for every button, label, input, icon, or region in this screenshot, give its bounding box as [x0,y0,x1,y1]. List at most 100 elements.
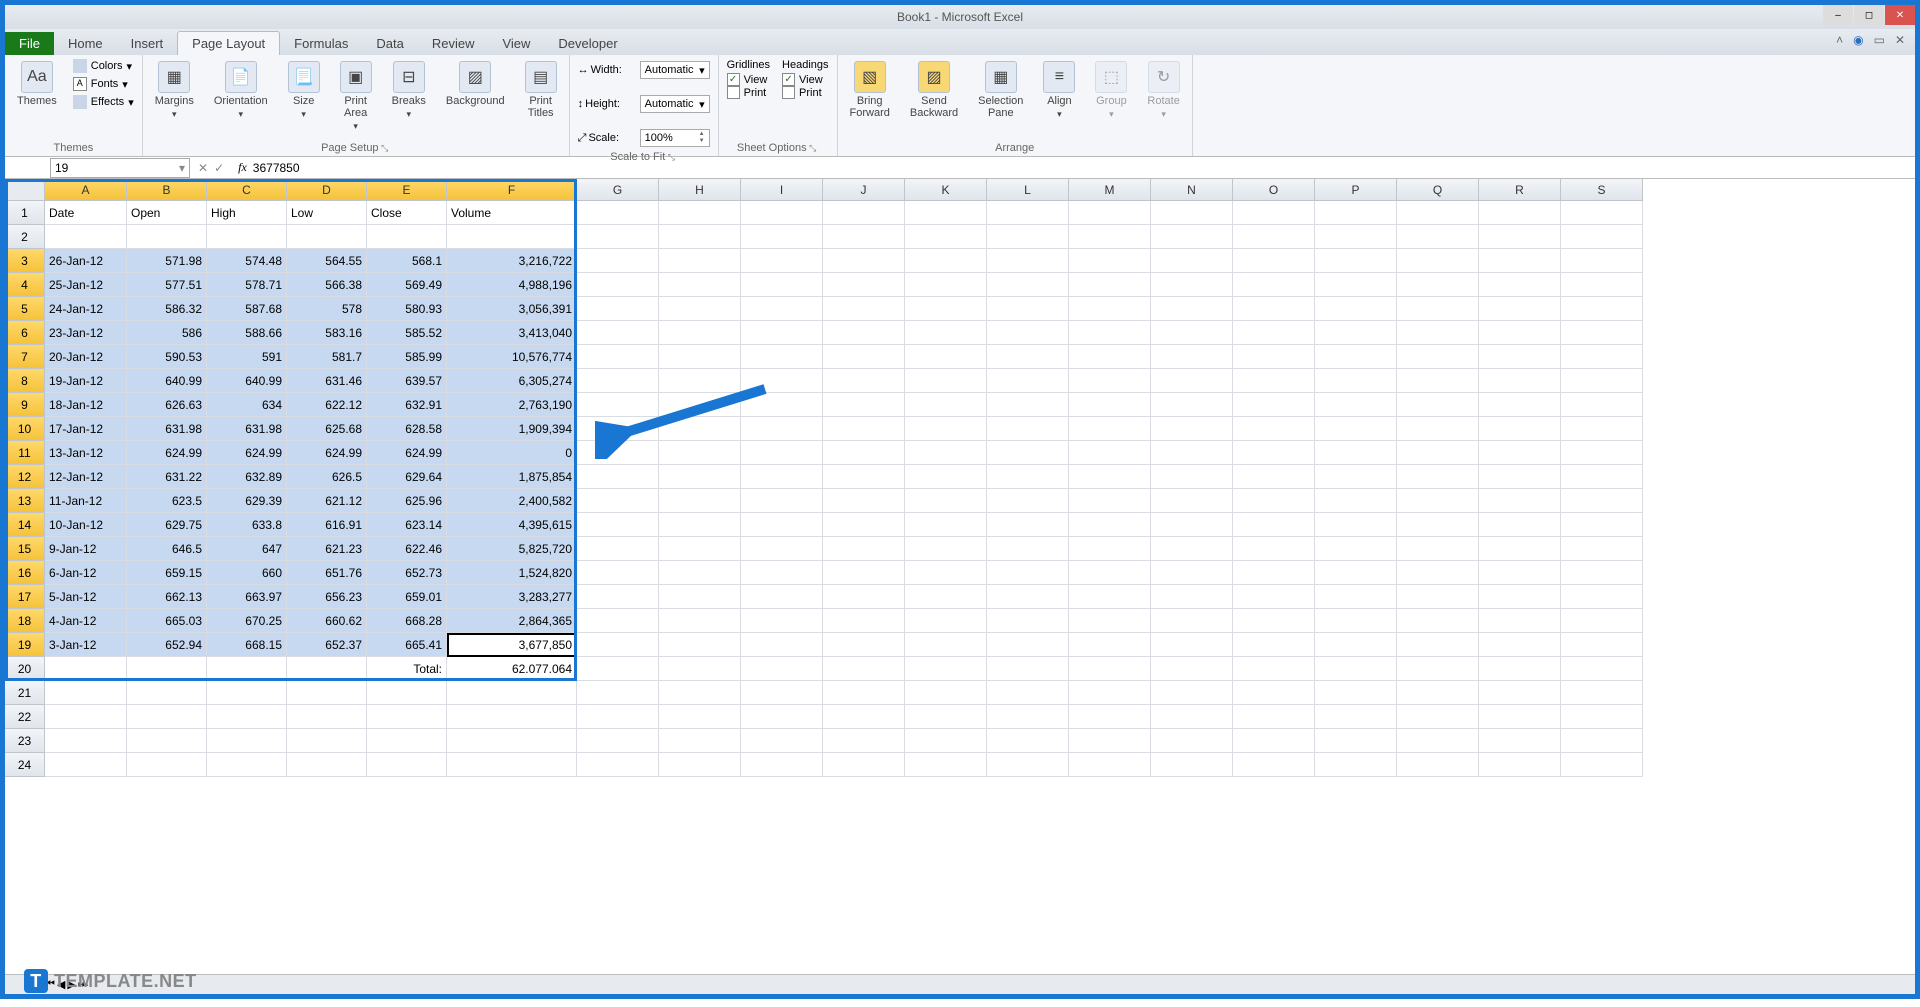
cell[interactable]: 2,763,190 [447,393,577,417]
cell[interactable] [905,465,987,489]
cell[interactable] [659,561,741,585]
cell[interactable] [987,585,1069,609]
margins-button[interactable]: ▦Margins▾ [151,59,198,122]
cell[interactable] [987,633,1069,657]
width-dropdown[interactable]: Automatic▾ [640,61,710,79]
row-head-16[interactable]: 16 [5,561,45,585]
rotate-button[interactable]: ↻Rotate▾ [1143,59,1183,122]
cell[interactable] [823,297,905,321]
cell[interactable] [1561,537,1643,561]
cell[interactable] [1479,609,1561,633]
cell[interactable]: 583.16 [287,321,367,345]
cell[interactable] [1069,513,1151,537]
cell[interactable] [905,681,987,705]
cell[interactable] [1069,225,1151,249]
cell[interactable]: 646.5 [127,537,207,561]
row-head-21[interactable]: 21 [5,681,45,705]
row-head-6[interactable]: 6 [5,321,45,345]
cell[interactable] [823,201,905,225]
col-head-J[interactable]: J [823,179,905,201]
cell[interactable] [659,537,741,561]
cell[interactable] [287,657,367,681]
cell[interactable] [577,561,659,585]
cell[interactable] [1397,657,1479,681]
cell[interactable] [741,369,823,393]
cell[interactable]: 1,875,854 [447,465,577,489]
cell[interactable] [1315,585,1397,609]
cell[interactable] [1479,273,1561,297]
cell[interactable] [1069,705,1151,729]
cell[interactable] [905,441,987,465]
row-head-10[interactable]: 10 [5,417,45,441]
cell[interactable] [905,537,987,561]
cell[interactable] [577,225,659,249]
cell[interactable] [1151,369,1233,393]
cell[interactable] [1479,201,1561,225]
cell[interactable] [1479,441,1561,465]
background-button[interactable]: ▨Background [442,59,509,109]
tab-view[interactable]: View [488,32,544,55]
cell[interactable] [659,633,741,657]
cell[interactable]: 3,216,722 [447,249,577,273]
cell[interactable] [1233,729,1315,753]
cell[interactable] [659,201,741,225]
cell[interactable] [577,729,659,753]
gridlines-print-checkbox[interactable] [727,86,740,99]
breaks-button[interactable]: ⊟Breaks▾ [388,59,430,122]
cell[interactable] [1151,657,1233,681]
cell[interactable] [987,297,1069,321]
cell[interactable] [367,753,447,777]
cell[interactable] [1151,465,1233,489]
cell[interactable]: 3-Jan-12 [45,633,127,657]
cell[interactable] [1315,321,1397,345]
cell[interactable]: 62.077.064 [447,657,577,681]
cell[interactable] [1479,321,1561,345]
cell[interactable] [905,633,987,657]
align-button[interactable]: ≡Align▾ [1039,59,1079,122]
cell[interactable] [1561,585,1643,609]
cell[interactable] [1069,729,1151,753]
cell[interactable] [1151,681,1233,705]
cell[interactable] [577,321,659,345]
cell[interactable] [823,225,905,249]
cell[interactable] [447,225,577,249]
cell[interactable]: 623.5 [127,489,207,513]
cell[interactable] [1397,585,1479,609]
cell[interactable] [1397,729,1479,753]
cell[interactable] [287,705,367,729]
cell[interactable] [45,657,127,681]
headings-view-checkbox[interactable]: ✓ [782,73,795,86]
tab-page-layout[interactable]: Page Layout [177,31,280,55]
row-head-22[interactable]: 22 [5,705,45,729]
cell[interactable]: 588.66 [207,321,287,345]
cell[interactable]: 6-Jan-12 [45,561,127,585]
cell[interactable]: 10,576,774 [447,345,577,369]
cell[interactable] [741,321,823,345]
cell[interactable] [823,585,905,609]
cell[interactable] [1561,225,1643,249]
cell[interactable] [823,657,905,681]
cell[interactable] [823,537,905,561]
cell[interactable] [1069,585,1151,609]
cell[interactable] [659,705,741,729]
cell[interactable] [577,201,659,225]
cell[interactable]: 629.39 [207,489,287,513]
cell[interactable] [741,465,823,489]
cell[interactable] [1561,753,1643,777]
spreadsheet-grid[interactable]: 123456789101112131415161718192021222324 … [5,179,1915,974]
cell[interactable] [823,681,905,705]
cell[interactable] [905,705,987,729]
cell[interactable]: 25-Jan-12 [45,273,127,297]
cell[interactable]: 577.51 [127,273,207,297]
cell[interactable] [1397,705,1479,729]
cell[interactable]: 23-Jan-12 [45,321,127,345]
row-head-9[interactable]: 9 [5,393,45,417]
scale-spinner[interactable]: 100%▲▼ [640,129,710,147]
cell[interactable] [905,393,987,417]
cell[interactable] [1069,465,1151,489]
row-head-19[interactable]: 19 [5,633,45,657]
cell[interactable] [741,705,823,729]
cell[interactable] [1397,225,1479,249]
col-head-M[interactable]: M [1069,179,1151,201]
cell[interactable] [1315,729,1397,753]
